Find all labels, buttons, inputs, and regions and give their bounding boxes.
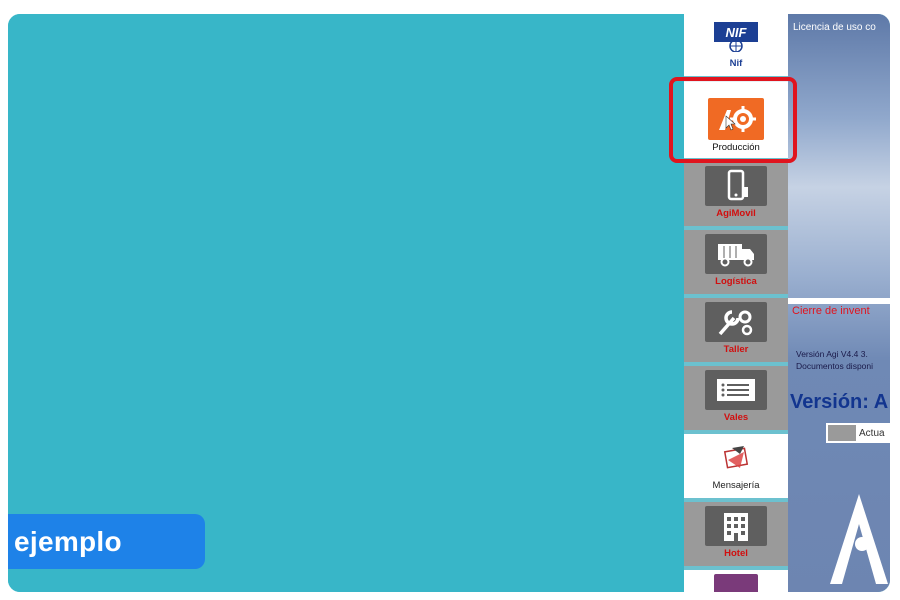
sidebar-item-label: Vales — [723, 412, 749, 423]
version-heading: Versión: A — [790, 391, 889, 413]
sidebar-item-nif[interactable]: NIF Nif — [684, 14, 788, 80]
produccion-highlight-box — [669, 77, 797, 163]
sidebar-item-taller[interactable]: Taller — [684, 298, 788, 366]
wrench-gears-icon — [705, 302, 767, 342]
agi-logo-icon — [830, 494, 888, 584]
sidebar-item-vales[interactable]: Vales — [684, 366, 788, 434]
nif-logo-icon: NIF — [705, 16, 767, 56]
info-panel: Licencia de uso co Cierre de invent Vers… — [788, 14, 890, 592]
sidebar-item-hotel[interactable]: Hotel — [684, 502, 788, 570]
sidebar-item-logistica[interactable]: Logística — [684, 230, 788, 298]
sidebar-item-label: Mensajería — [712, 480, 760, 491]
hotel-building-icon — [705, 506, 767, 546]
sidebar-item-label: AgiMovil — [716, 208, 756, 219]
app-frame: ejemplo NIF Nif Producción AgiMovil Logí… — [8, 14, 890, 592]
sidebar-item-label: Hotel — [724, 548, 748, 559]
license-text: Licencia de uso co — [793, 22, 876, 33]
inventory-close-text: Cierre de invent — [792, 305, 870, 317]
update-button-label: Actua — [859, 427, 885, 439]
sidebar-item-partial[interactable] — [684, 570, 788, 592]
example-ribbon: ejemplo — [8, 514, 205, 569]
sidebar-item-label: Logística — [715, 276, 757, 287]
partial-tile-icon — [714, 574, 758, 592]
sidebar-item-label: Taller — [723, 344, 749, 355]
mobile-phone-icon — [705, 166, 767, 206]
version-line: Versión Agi V4.4 3. — [796, 349, 868, 359]
example-ribbon-label: ejemplo — [14, 525, 122, 557]
sidebar-item-mensajeria[interactable]: Mensajería — [684, 434, 788, 502]
main-workspace: ejemplo — [8, 14, 684, 592]
update-button[interactable]: Actua — [826, 423, 890, 443]
truck-icon — [705, 234, 767, 274]
messaging-icon — [705, 438, 767, 478]
update-button-swatch — [828, 425, 856, 441]
sidebar-item-agimovil[interactable]: AgiMovil — [684, 162, 788, 230]
svg-text:NIF: NIF — [726, 25, 748, 40]
panel-separator — [788, 298, 890, 304]
documents-line: Documentos disponi — [796, 361, 874, 371]
voucher-icon — [705, 370, 767, 410]
sidebar-item-label: Nif — [729, 58, 743, 69]
